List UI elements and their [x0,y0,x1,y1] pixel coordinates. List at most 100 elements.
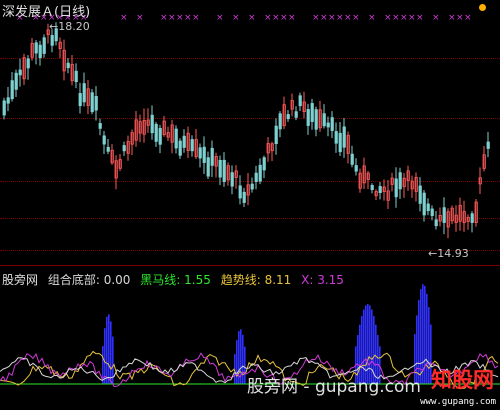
candle-body [470,213,474,223]
candle-body [158,128,162,145]
candle-body [258,164,262,182]
signal-x-icon: × [264,13,272,23]
signal-x-icon: × [248,13,256,23]
candle-body [306,109,310,126]
site-logo-url: www.gupang.com [420,397,496,407]
candle-body [330,117,334,131]
signal-x-icon: × [352,13,360,23]
candle-body [174,128,178,149]
signal-x-icon: × [160,13,168,23]
candle-body [274,125,278,145]
signal-x-icon: × [184,13,192,23]
signal-x-icon: × [464,13,472,23]
signal-x-icon: × [288,13,296,23]
candle-body [442,207,446,223]
price-chart-panel[interactable]: × × × × × × × × × × × × × × × × × × × × × × × × × × × × × × × × × × × × × × 深… [0,0,500,265]
candle-body [398,172,402,190]
candle-body [102,135,106,145]
indicator-panel[interactable]: 股旁网 组合底部: 0.00 黑马线: 1.55 趋势线: 8.11 X: 3.… [0,265,500,410]
candle-body [106,146,110,152]
candle-body [154,123,158,142]
indicator-bar [244,346,246,384]
signal-x-icon: × [272,13,280,23]
low-price-value: 14.93 [437,247,469,260]
signal-x-icon: × [192,13,200,23]
arrow-left-icon: ← [428,247,438,260]
candle-body [178,140,182,156]
signal-x-icon: × [392,13,400,23]
candle-body [98,123,102,129]
signal-x-icon: × [320,13,328,23]
candle-body [150,114,154,134]
candle-body [334,131,338,144]
candle-body [430,208,434,217]
candle-body [78,93,82,107]
signal-x-icon: × [232,13,240,23]
signal-x-icon: × [384,13,392,23]
candle-body [242,191,246,203]
signal-x-icon: × [120,13,128,23]
candle-body [50,35,54,46]
candle-body [90,92,94,113]
candle-body [394,178,398,198]
candle-body [314,109,318,130]
candle-body [294,111,298,118]
candle-body [206,157,210,177]
candle-body [250,183,254,190]
candle-body [370,185,374,190]
candle-body [326,122,330,128]
candle-body [262,157,266,171]
signal-x-icon: × [344,13,352,23]
candle-body [218,159,222,178]
status-dot-icon [479,4,486,11]
candle-body [422,192,426,216]
candle-body [342,126,346,148]
candle-body [286,114,290,120]
low-price-label: ←14.93 [428,247,469,260]
candle-body [350,153,354,165]
indicator-bar [108,314,110,384]
chart-title: 深发展Ａ(日线) [2,5,91,20]
signal-x-icon: × [400,13,408,23]
signal-x-icon: × [176,13,184,23]
candle-body [94,96,98,111]
candle-body [230,172,234,187]
signal-x-icon: × [336,13,344,23]
candle-body [198,147,202,159]
candle-body [354,165,358,172]
candle-body [338,132,342,153]
candle-body [434,219,438,227]
candle-body [238,185,242,199]
candle-body [202,146,206,163]
candle-body [418,185,422,204]
candle-body [2,100,6,116]
candle-body [26,58,30,69]
candle-body [38,44,42,59]
candle-body [182,135,186,148]
signal-x-icon: × [456,13,464,23]
candle-body [18,69,22,76]
candle-body [322,113,326,127]
candle-body [210,147,214,166]
signal-x-icon: × [432,13,440,23]
candle-body [254,172,258,182]
candle-body [66,62,70,69]
candle-body [122,145,126,152]
candle-body [190,139,194,152]
signal-x-icon: × [136,13,144,23]
signal-x-icon: × [216,13,224,23]
candle-body [378,186,382,194]
signal-x-icon: × [448,13,456,23]
candlestick-chart: × × × × × × × × × × × × × × × × × × × × × × × × × × × × × × × × × × × × × × [2,13,490,239]
indicator-bar [242,334,244,384]
indicator-bar [236,340,238,384]
candle-body [74,70,78,83]
signal-x-icon: × [416,13,424,23]
candle-body [278,113,282,130]
high-price-value: 18.20 [58,20,90,33]
site-logo: 知股网 [431,368,494,392]
signal-x-icon: × [328,13,336,23]
signal-x-icon: × [168,13,176,23]
indicator-bar [426,293,428,384]
candle-body [6,97,10,104]
